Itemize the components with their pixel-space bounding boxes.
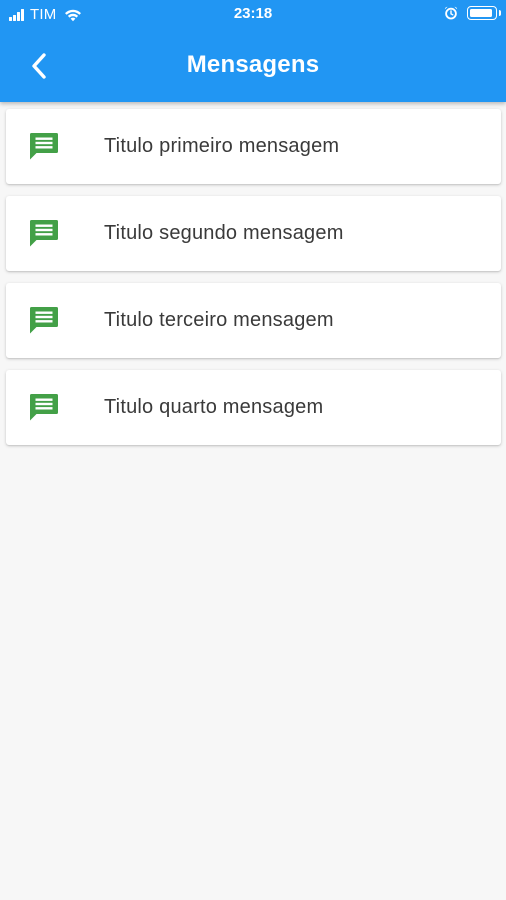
- message-item[interactable]: Titulo segundo mensagem: [6, 196, 501, 271]
- battery-level: [470, 9, 492, 17]
- message-item[interactable]: Titulo quarto mensagem: [6, 370, 501, 445]
- message-icon: [30, 220, 58, 247]
- message-item[interactable]: Titulo primeiro mensagem: [6, 109, 501, 184]
- message-icon: [30, 394, 58, 421]
- message-title: Titulo primeiro mensagem: [104, 135, 340, 157]
- message-title: Titulo segundo mensagem: [104, 222, 344, 244]
- alarm-clock-icon: [444, 6, 458, 20]
- page-title: Mensagens: [186, 51, 320, 78]
- message-item[interactable]: Titulo terceiro mensagem: [6, 283, 501, 358]
- message-icon: [30, 307, 58, 334]
- status-bar: TIM 23:18: [0, 0, 506, 30]
- message-list: Titulo primeiro mensagem Titulo segundo …: [6, 109, 501, 457]
- status-right: [444, 6, 501, 20]
- message-icon: [30, 133, 58, 160]
- message-title: Titulo terceiro mensagem: [104, 309, 334, 331]
- app-header: TIM 23:18 Mensagens: [0, 0, 506, 102]
- message-title: Titulo quarto mensagem: [104, 396, 324, 418]
- battery-icon: [467, 6, 501, 20]
- status-time: 23:18: [233, 5, 273, 22]
